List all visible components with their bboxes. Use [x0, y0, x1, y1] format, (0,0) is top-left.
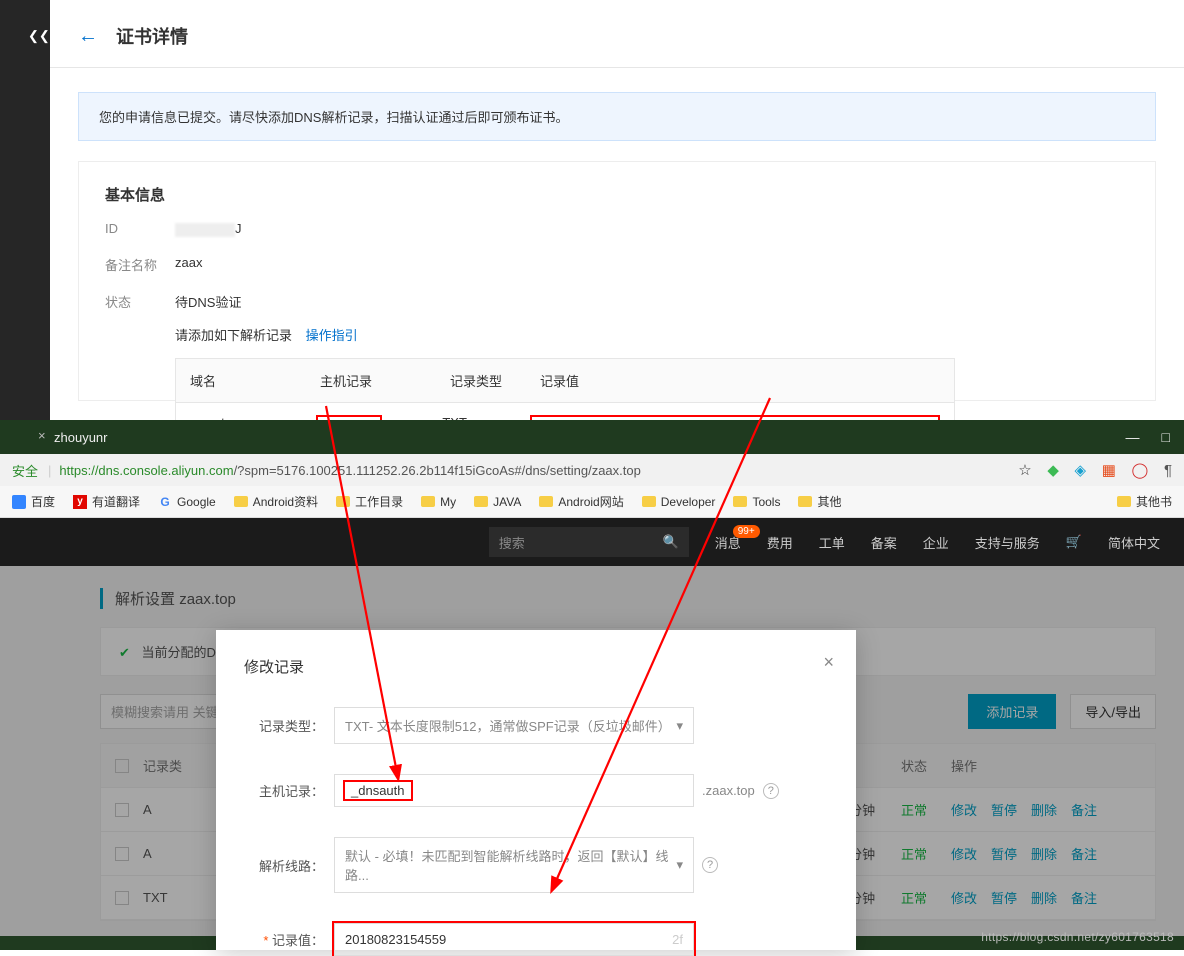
dns-hint: 请添加如下解析记录 操作指引	[175, 325, 1129, 344]
col-value: 记录值	[526, 359, 954, 403]
bookmark-item[interactable]: JAVA	[474, 495, 521, 509]
folder-icon	[642, 496, 656, 507]
ext1-icon[interactable]: ◆	[1047, 462, 1059, 479]
edit-record-modal: 修改记录 × 记录类型： TXT- 文本长度限制512，通常做SPF记录（反垃圾…	[216, 630, 856, 950]
certificate-panel: ← 证书详情 您的申请信息已提交。请尽快添加DNS解析记录，扫描认证通过后即可颁…	[50, 5, 1184, 420]
window-user: zhouyunr	[54, 430, 107, 445]
watermark: https://blog.csdn.net/zy601763518	[981, 930, 1174, 944]
value-input[interactable]: 20180823154559 2f	[334, 923, 694, 956]
bookmark-item[interactable]: 百度	[12, 493, 55, 510]
row-id: ID J	[105, 221, 1129, 237]
window-max-icon[interactable]: □	[1162, 429, 1170, 445]
row-line: 解析线路： 默认 - 必填！未匹配到智能解析线路时，返回【默认】线路... ▾ …	[244, 837, 828, 893]
youdao-icon: y	[73, 495, 87, 509]
search-icon: 🔍	[663, 534, 679, 550]
addr-icons: ☆ ◆ ◈ ▦ ◯ ¶	[1006, 461, 1172, 479]
nav-fee[interactable]: 费用	[767, 533, 793, 552]
ext4-icon[interactable]: ◯	[1132, 462, 1149, 479]
bookmark-item[interactable]: Tools	[733, 495, 780, 509]
cart-icon[interactable]: 🛒	[1066, 534, 1082, 550]
ext2-icon[interactable]: ◈	[1075, 462, 1087, 479]
host-input[interactable]: _dnsauth	[334, 774, 694, 807]
dns-header-row: 域名 主机记录 记录类型 记录值	[176, 359, 954, 403]
row-status: 状态 待DNS验证	[105, 292, 1129, 311]
baidu-icon	[12, 495, 26, 509]
bookmark-item[interactable]: Android网站	[539, 493, 623, 510]
bookmark-item[interactable]: y有道翻译	[73, 493, 140, 510]
page-title: 证书详情	[116, 23, 188, 49]
window-min-icon[interactable]: —	[1126, 429, 1140, 445]
col-host: 主机记录	[306, 359, 436, 403]
secure-label: 安全	[12, 461, 38, 480]
id-label: ID	[105, 221, 175, 237]
folder-icon	[421, 496, 435, 507]
chevron-left-icon[interactable]: ❮❮	[28, 28, 50, 44]
aliyun-topnav: 搜索 🔍 消息 99+ 费用 工单 备案 企业 支持与服务 🛒 简体中文	[0, 518, 1184, 566]
nav-support[interactable]: 支持与服务	[975, 533, 1040, 552]
nav-msg[interactable]: 消息 99+	[715, 533, 741, 552]
col-type: 记录类型	[436, 359, 526, 403]
chevron-down-icon: ▾	[676, 857, 683, 873]
help-icon[interactable]: ?	[763, 783, 779, 799]
ext3-icon[interactable]: ▦	[1102, 462, 1116, 479]
dark-sidebar: ❮❮	[0, 0, 50, 420]
folder-icon	[733, 496, 747, 507]
folder-icon	[1117, 496, 1131, 507]
bookmark-item[interactable]: 其他	[798, 493, 841, 510]
bookmarks-bar: 百度 y有道翻译 GGoogle Android资料 工作目录 My JAVA Android…	[0, 486, 1184, 518]
bookmark-item[interactable]: My	[421, 495, 456, 509]
bookmark-item[interactable]: GGoogle	[158, 495, 216, 509]
bookmark-item[interactable]: Android资料	[234, 493, 318, 510]
cert-header: ← 证书详情	[50, 5, 1184, 68]
nav-beian[interactable]: 备案	[871, 533, 897, 552]
host-suffix: .zaax.top	[702, 783, 755, 798]
window-title-bar: zhouyunr — □	[0, 420, 1184, 454]
status-value: 待DNS验证	[175, 292, 241, 311]
ext5-icon[interactable]: ¶	[1164, 462, 1172, 479]
row-record-type: 记录类型： TXT- 文本长度限制512，通常做SPF记录（反垃圾邮件） ▾	[244, 707, 828, 744]
msg-badge: 99+	[733, 525, 760, 538]
folder-icon	[798, 496, 812, 507]
nav-ent[interactable]: 企业	[923, 533, 949, 552]
folder-icon	[474, 496, 488, 507]
search-input[interactable]: 搜索 🔍	[489, 527, 689, 557]
guide-link[interactable]: 操作指引	[306, 328, 358, 343]
folder-icon	[234, 496, 248, 507]
star-icon[interactable]: ☆	[1018, 462, 1031, 479]
basic-info-section: 基本信息 ID J 备注名称 zaax 状态 待DNS验证 请添加如下解析记录 …	[78, 161, 1156, 401]
nav-ticket[interactable]: 工单	[819, 533, 845, 552]
back-arrow-icon[interactable]: ←	[78, 25, 98, 48]
address-bar[interactable]: 安全 | https://dns.console.aliyun.com/?spm…	[0, 454, 1184, 486]
remark-label: 备注名称	[105, 255, 175, 274]
row-value: 记录值： 20180823154559 2f	[244, 923, 828, 956]
col-domain: 域名	[176, 359, 306, 403]
bookmark-item[interactable]: Developer	[642, 495, 716, 509]
remark-value: zaax	[175, 255, 202, 274]
modal-title: 修改记录	[244, 656, 828, 677]
chevron-down-icon: ▾	[676, 718, 683, 734]
section-title: 基本信息	[105, 184, 1129, 205]
status-label: 状态	[105, 292, 175, 311]
nav-lang[interactable]: 简体中文	[1108, 533, 1160, 552]
line-select[interactable]: 默认 - 必填！未匹配到智能解析线路时，返回【默认】线路... ▾	[334, 837, 694, 893]
help-icon[interactable]: ?	[702, 857, 718, 873]
info-alert: 您的申请信息已提交。请尽快添加DNS解析记录，扫描认证通过后即可颁布证书。	[78, 92, 1156, 141]
id-value: J	[175, 221, 242, 237]
google-icon: G	[158, 495, 172, 509]
row-remark: 备注名称 zaax	[105, 255, 1129, 274]
folder-icon	[336, 496, 350, 507]
bookmark-item[interactable]: 工作目录	[336, 493, 403, 510]
close-icon[interactable]: ×	[823, 652, 834, 673]
bookmark-overflow[interactable]: 其他书	[1117, 493, 1172, 510]
tab-close-icon[interactable]: ×	[38, 428, 46, 443]
type-select[interactable]: TXT- 文本长度限制512，通常做SPF记录（反垃圾邮件） ▾	[334, 707, 694, 744]
url-text: https://dns.console.aliyun.com/?spm=5176…	[59, 463, 1006, 478]
row-host: 主机记录： _dnsauth .zaax.top ?	[244, 774, 828, 807]
folder-icon	[539, 496, 553, 507]
